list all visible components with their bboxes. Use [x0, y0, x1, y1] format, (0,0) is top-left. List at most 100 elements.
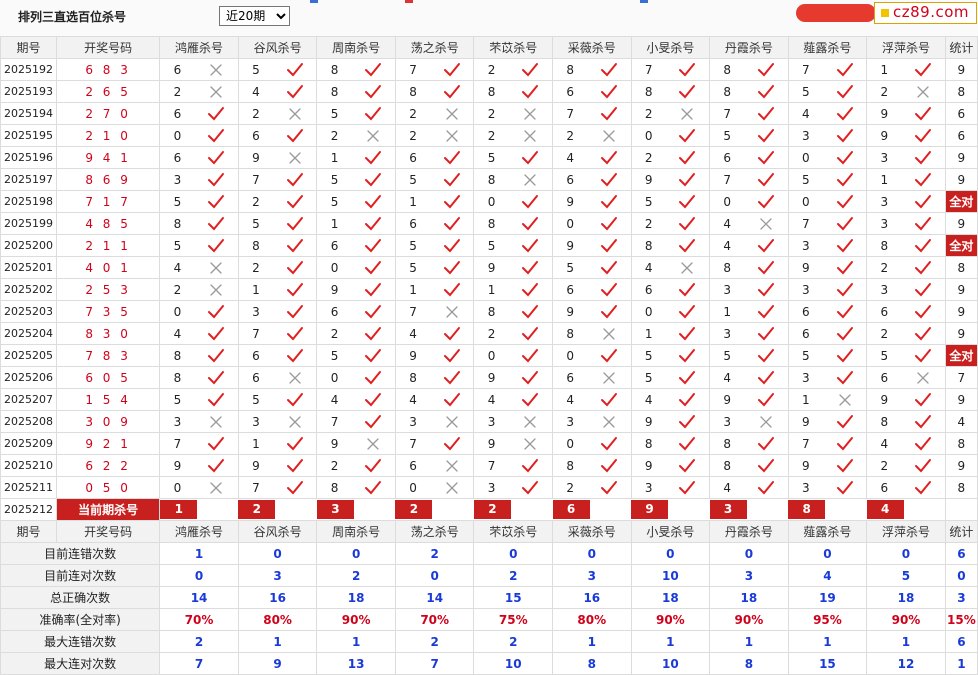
stat-value-cell: 95%	[787, 608, 868, 631]
kill-number-cell: 0	[316, 256, 352, 279]
table-row: 2025204 8 3 047242813629	[0, 322, 978, 345]
table-row: 2025198 7 1 7 5 2 5 1 0 9 5 0 0 3 全对	[0, 190, 978, 213]
kill-number-cell: 6	[159, 146, 195, 169]
row-total-cell: 4	[944, 410, 978, 433]
stat-row: 最大连对次数 7 9 13 7 10 8 10 8 15 12 1	[0, 652, 978, 675]
stat-value-cell: 2	[473, 564, 554, 587]
kill-number-cell: 2	[316, 124, 352, 147]
check-icon	[351, 256, 396, 279]
check-icon	[901, 234, 946, 257]
table-row: 2025208 3 0 933733393984	[0, 410, 978, 433]
kill-number-cell: 6	[159, 58, 195, 81]
check-icon	[351, 476, 396, 499]
check-icon	[901, 190, 946, 213]
check-icon	[194, 146, 239, 169]
col-header-expert: 采薇杀号	[552, 36, 632, 59]
current-total-cell	[944, 498, 978, 521]
check-icon	[744, 454, 789, 477]
table-row: 2025197 8 6 93 7 5 5 8 6 9 7 5 1 9	[0, 168, 978, 191]
kill-number-cell: 1	[237, 278, 274, 301]
current-kill-cell: 2	[473, 499, 553, 521]
check-icon	[430, 388, 475, 411]
kill-number-cell: 4	[159, 322, 195, 345]
issue-cell: 2025210	[0, 454, 57, 477]
col-header-expert: 薤露杀号	[787, 520, 868, 543]
kill-number-cell: 2	[237, 190, 274, 213]
kill-number-cell: 2	[866, 256, 902, 279]
kill-number-cell: 0	[394, 476, 431, 499]
kill-table: 期号 开奖号码 鸿雁杀号 谷风杀号 周南杀号 荡之杀号 芣苡杀号 采薇杀号 小旻杀号 丹霞杀号 薤露…	[0, 36, 978, 675]
kill-number-cell: 5	[316, 190, 352, 213]
stat-value-cell: 16	[552, 586, 632, 609]
kill-number-cell: 5	[237, 388, 274, 411]
kill-number-cell: 9	[552, 234, 588, 257]
stat-value-cell: 9	[237, 652, 318, 675]
kill-number-cell: 5	[787, 80, 823, 103]
kill-number-cell: 6	[866, 300, 902, 323]
kill-number-cell: 5	[630, 190, 666, 213]
kill-number-cell: 2	[394, 124, 431, 147]
stat-value-cell: 12	[866, 652, 946, 675]
check-icon	[430, 190, 475, 213]
kill-number-cell: 3	[866, 146, 902, 169]
check-icon	[822, 58, 868, 81]
kill-number-cell: 0	[787, 146, 823, 169]
check-icon	[508, 366, 554, 389]
kill-number-cell: 9	[316, 432, 352, 455]
stat-value-cell: 0	[709, 542, 789, 565]
check-icon	[665, 212, 711, 235]
stat-row: 目前连对次数 0 3 2 0 2 3 10 3 4 5 0	[0, 564, 978, 587]
stat-value-cell: 3	[237, 564, 318, 587]
check-icon	[822, 366, 868, 389]
col-header-expert: 丹霞杀号	[709, 520, 789, 543]
check-icon	[194, 454, 239, 477]
check-icon	[744, 146, 789, 169]
check-icon	[273, 190, 318, 213]
issue-cell: 2025196	[0, 146, 57, 169]
kill-number-cell: 3	[237, 410, 274, 433]
check-icon	[273, 344, 318, 367]
cross-icon	[508, 102, 554, 125]
period-select[interactable]: 近20期	[219, 6, 290, 26]
cross-icon	[194, 58, 239, 81]
check-icon	[744, 278, 789, 301]
stat-value-cell: 18	[630, 586, 711, 609]
stat-value-cell: 8	[709, 652, 789, 675]
cross-icon	[508, 168, 554, 191]
site-badge-text: cz89.com	[893, 3, 970, 21]
issue-cell: 2025205	[0, 344, 57, 367]
kill-number-cell: 4	[709, 366, 745, 389]
check-icon	[744, 476, 789, 499]
cross-icon	[273, 410, 318, 433]
draw-number-cell: 9 4 1	[55, 146, 161, 169]
check-icon	[744, 388, 789, 411]
current-kill-cell: 2	[238, 499, 317, 521]
kill-number-cell: 5	[159, 388, 195, 411]
check-icon	[194, 102, 239, 125]
check-icon	[587, 388, 632, 411]
kill-number-cell: 5	[394, 256, 431, 279]
check-icon	[194, 168, 239, 191]
stat-label: 总正确次数	[0, 586, 161, 609]
stat-total-cell: 15%	[944, 608, 978, 631]
check-icon	[901, 388, 946, 411]
kill-number-cell: 0	[630, 300, 666, 323]
stat-label: 最大连错次数	[0, 630, 161, 653]
check-icon	[351, 410, 396, 433]
page-title: 排列三直选百位杀号	[18, 10, 127, 24]
check-icon	[665, 80, 711, 103]
kill-number-cell: 2	[552, 124, 588, 147]
stat-value-cell: 13	[316, 652, 396, 675]
check-icon	[665, 454, 711, 477]
cross-icon	[901, 366, 946, 389]
kill-number-cell: 7	[787, 432, 823, 455]
kill-number-cell: 0	[787, 190, 823, 213]
check-icon	[351, 300, 396, 323]
col-header-total: 统计	[944, 36, 978, 59]
site-badge[interactable]: cz89.com	[874, 2, 977, 24]
check-icon	[822, 168, 868, 191]
check-icon	[665, 388, 711, 411]
col-header-expert: 薤露杀号	[787, 36, 868, 59]
kill-number-cell: 7	[394, 300, 431, 323]
check-icon	[901, 124, 946, 147]
